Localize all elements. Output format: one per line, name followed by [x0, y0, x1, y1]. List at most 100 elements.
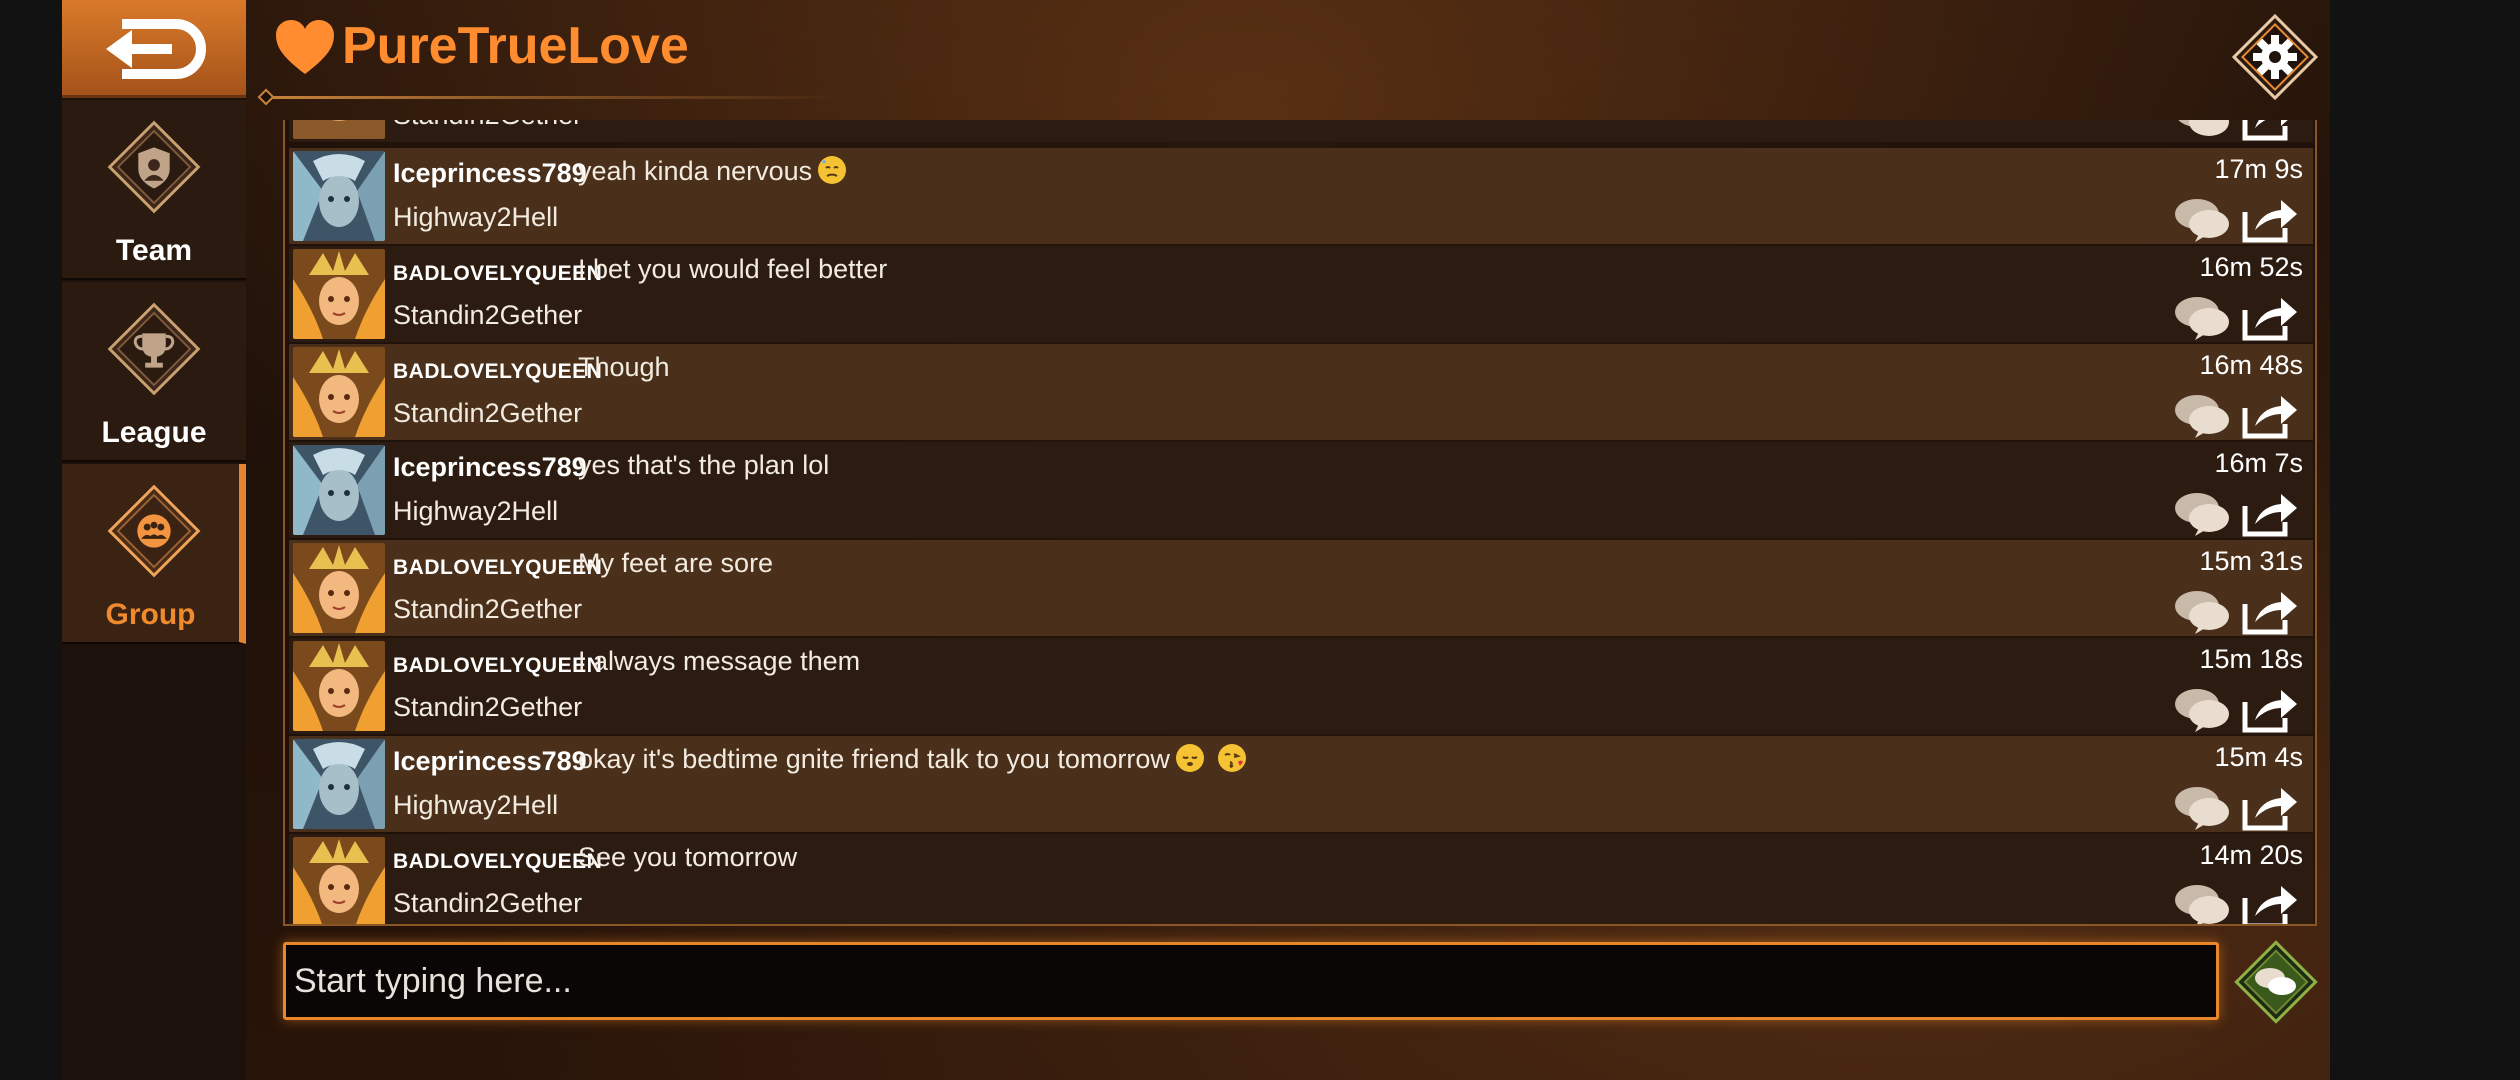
message-timestamp: 16m 7s [2214, 448, 2303, 478]
reply-chat-icon[interactable] [2171, 880, 2233, 926]
share-icon[interactable] [2241, 292, 2299, 342]
message-text: My feet are sore [578, 548, 773, 579]
message-text-content: See you tomorrow [578, 842, 798, 872]
reply-chat-icon[interactable] [2171, 684, 2233, 734]
group-name: Standin2Gether [393, 120, 582, 131]
right-margin [2330, 0, 2520, 1080]
share-icon[interactable] [2241, 684, 2299, 734]
back-button[interactable] [62, 0, 246, 98]
message-timestamp: 14m 20s [2199, 840, 2303, 870]
chat-message-row: BADLOVELYQUEEN I always message them Stand… [289, 638, 2313, 734]
app-title: PureTrueLove [342, 17, 689, 75]
downcast-sweat-emoji-icon [818, 156, 847, 184]
gear-icon[interactable] [2232, 14, 2318, 100]
chat-message-row-partial: Standin2Gether [289, 120, 2313, 142]
group-name: Highway2Hell [393, 496, 559, 526]
share-icon[interactable] [2241, 782, 2299, 832]
message-timestamp: 16m 48s [2199, 350, 2303, 380]
chat-message-row: Iceprincess789 yes that's the plan lol Hig… [289, 442, 2313, 538]
username[interactable]: BADLOVELYQUEEN [393, 654, 602, 678]
message-timestamp: 15m 31s [2199, 546, 2303, 576]
reply-chat-icon[interactable] [2171, 292, 2233, 342]
share-icon[interactable] [2241, 880, 2299, 926]
title-underline [264, 96, 844, 99]
group-name: Highway2Hell [393, 790, 559, 820]
message-text: okay it's bedtime gnite friend talk to y… [578, 744, 1246, 775]
message-timestamp: 17m 9s [2214, 154, 2303, 184]
message-text: yeah kinda nervous [578, 156, 847, 187]
group-name: Highway2Hell [393, 202, 559, 232]
avatar[interactable] [293, 445, 385, 535]
sidebar-item-league[interactable]: League [62, 282, 246, 462]
avatar[interactable] [293, 347, 385, 437]
sidebar-item-team[interactable]: Team [62, 100, 246, 280]
left-margin [0, 0, 62, 1080]
avatar[interactable] [293, 739, 385, 829]
group-name: Standin2Gether [393, 300, 583, 330]
reply-chat-icon[interactable] [2171, 194, 2233, 244]
sidebar-item-label: Group [105, 598, 196, 631]
username[interactable]: BADLOVELYQUEEN [393, 850, 602, 874]
message-text-content: yeah kinda nervous [578, 156, 813, 186]
team-shield-icon [107, 120, 201, 214]
message-text-content: My feet are sore [578, 548, 774, 578]
chat-message-row: Iceprincess789 yeah kinda nervous Highway2… [289, 148, 2313, 244]
avatar[interactable] [293, 249, 385, 339]
username[interactable]: Iceprincess789 [393, 158, 587, 189]
send-message-icon[interactable] [2234, 940, 2318, 1024]
message-timestamp: 16m 52s [2199, 252, 2303, 282]
reply-chat-icon[interactable] [2171, 120, 2233, 142]
sidebar-item-label: Team [115, 234, 193, 267]
share-icon[interactable] [2241, 488, 2299, 538]
chat-message-list[interactable]: Standin2Gether Iceprincess789yeah kinda … [283, 120, 2317, 926]
message-timestamp: 15m 4s [2214, 742, 2303, 772]
message-text-content: yes that's the plan lol [578, 450, 830, 480]
username[interactable]: Iceprincess789 [393, 452, 587, 483]
message-text: yes that's the plan lol [578, 450, 829, 481]
avatar[interactable] [293, 543, 385, 633]
group-name: Standin2Gether [393, 692, 583, 722]
message-text-content: okay it's bedtime gnite friend talk to y… [578, 744, 1170, 774]
reply-chat-icon[interactable] [2171, 782, 2233, 832]
message-input[interactable] [286, 945, 2216, 1017]
message-text: Though [578, 352, 670, 383]
trophy-icon [107, 302, 201, 396]
avatar[interactable] [293, 837, 385, 924]
share-icon[interactable] [2241, 120, 2299, 142]
heart-icon [276, 20, 334, 74]
sidebar-item-group[interactable]: Group [62, 464, 246, 644]
chat-message-row: Iceprincess789 okay it's bedtime gnite fr… [289, 736, 2313, 832]
username[interactable]: BADLOVELYQUEEN [393, 262, 602, 286]
message-text-content: I bet you would feel better [578, 254, 888, 284]
message-timestamp: 15m 18s [2199, 644, 2303, 674]
avatar[interactable] [293, 151, 385, 241]
avatar[interactable] [293, 641, 385, 731]
share-icon[interactable] [2241, 194, 2299, 244]
username[interactable]: BADLOVELYQUEEN [393, 556, 602, 580]
share-icon[interactable] [2241, 586, 2299, 636]
message-input-container [283, 942, 2219, 1020]
group-name: Standin2Gether [393, 888, 583, 918]
message-text: I always message them [578, 646, 860, 677]
username[interactable]: BADLOVELYQUEEN [393, 360, 602, 384]
reply-chat-icon[interactable] [2171, 488, 2233, 538]
chat-message-row: BADLOVELYQUEEN See you tomorrow Standin2Ge… [289, 834, 2313, 926]
kissing-face-emoji-icon [1217, 744, 1246, 772]
reply-chat-icon[interactable] [2171, 586, 2233, 636]
avatar[interactable] [293, 120, 385, 139]
message-text-content: Though [578, 352, 670, 382]
reply-chat-icon[interactable] [2171, 390, 2233, 440]
back-arrow-icon [106, 19, 206, 79]
chat-message-row: BADLOVELYQUEEN I bet you would feel bette… [289, 246, 2313, 342]
message-text: See you tomorrow [578, 842, 797, 873]
sleeping-face-emoji-icon [1175, 744, 1204, 772]
username[interactable]: Iceprincess789 [393, 746, 587, 777]
sidebar-item-label: League [101, 416, 207, 449]
group-icon [107, 484, 201, 578]
message-text-content: I always message them [578, 646, 861, 676]
chat-message-row: BADLOVELYQUEEN My feet are sore Standin2Ge… [289, 540, 2313, 636]
group-name: Standin2Gether [393, 594, 583, 624]
message-text: I bet you would feel better [578, 254, 887, 285]
app-root: Team League Group PureTrueLove Iceprince… [0, 0, 2520, 1080]
share-icon[interactable] [2241, 390, 2299, 440]
